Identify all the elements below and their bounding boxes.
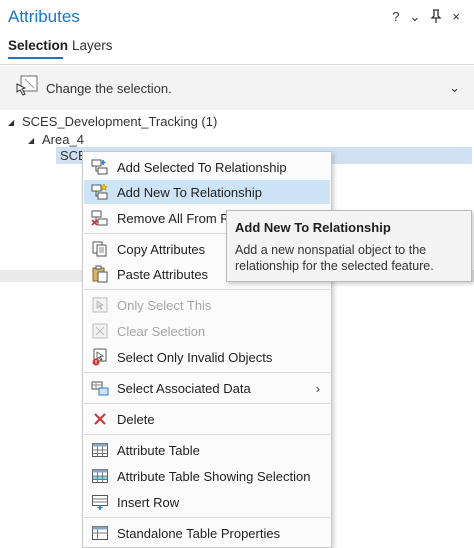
menu-item-delete[interactable]: Delete (84, 407, 330, 431)
menu-separator (84, 372, 330, 373)
tooltip-body: Add a new nonspatial object to the relat… (235, 243, 434, 273)
tab-selection[interactable]: Selection (8, 38, 68, 53)
expand-triangle-icon[interactable]: ◢ (8, 118, 14, 127)
delete-icon (91, 410, 109, 428)
menu-item-standalone-table-properties[interactable]: Standalone Table Properties (84, 521, 330, 545)
menu-separator (84, 517, 330, 518)
menu-separator (84, 403, 330, 404)
invalid-objects-icon (91, 348, 109, 366)
menu-item-attribute-table-showing-selection[interactable]: Attribute Table Showing Selection (84, 464, 330, 488)
pane-title: Attributes (8, 7, 80, 26)
change-selection-label: Change the selection. (46, 81, 172, 96)
add-selected-relationship-icon (91, 158, 109, 176)
menu-separator (84, 434, 330, 435)
tooltip-title: Add New To Relationship (235, 220, 391, 235)
menu-item-insert-row[interactable]: Insert Row (84, 490, 330, 514)
tooltip: Add New To Relationship Add a new nonspa… (226, 210, 472, 282)
remove-all-relationship-icon (91, 209, 109, 227)
options-menu-button[interactable]: ⌄ (410, 9, 421, 26)
pin-icon[interactable] (430, 9, 442, 26)
menu-item-attribute-table[interactable]: Attribute Table (84, 438, 330, 462)
close-button[interactable]: × (452, 9, 460, 26)
menu-item-add-selected-to-relationship[interactable]: Add Selected To Relationship (84, 155, 330, 179)
select-this-icon (91, 296, 109, 314)
expand-triangle-icon[interactable]: ◢ (28, 136, 34, 145)
copy-icon (91, 240, 109, 258)
tree-feature-node[interactable]: Area_4 (42, 132, 84, 147)
menu-item-clear-selection[interactable]: Clear Selection (84, 319, 330, 343)
paste-icon (91, 265, 109, 283)
pane-controls: ? ⌄ × (392, 9, 460, 26)
tab-layers[interactable]: Layers (72, 38, 113, 53)
change-selection-icon (14, 74, 40, 100)
associated-data-icon (91, 379, 109, 397)
tree-root-layer[interactable]: SCES_Development_Tracking (1) (22, 114, 217, 129)
menu-item-select-associated-data[interactable]: Select Associated Data › (84, 376, 330, 400)
table-properties-icon (91, 524, 109, 542)
table-selection-icon (91, 467, 109, 485)
insert-row-icon (91, 493, 109, 511)
menu-item-select-only-invalid-objects[interactable]: Select Only Invalid Objects (84, 345, 330, 369)
submenu-arrow-icon: › (315, 380, 320, 396)
menu-item-add-new-to-relationship[interactable]: Add New To Relationship (84, 180, 330, 204)
menu-item-only-select-this[interactable]: Only Select This (84, 293, 330, 317)
clear-selection-icon (91, 322, 109, 340)
active-tab-indicator (8, 57, 63, 59)
table-icon (91, 441, 109, 459)
add-new-relationship-icon (91, 183, 109, 201)
menu-separator (84, 289, 330, 290)
chevron-down-icon[interactable]: ⌄ (449, 80, 460, 96)
tab-divider (0, 64, 474, 65)
help-button[interactable]: ? (392, 9, 399, 26)
